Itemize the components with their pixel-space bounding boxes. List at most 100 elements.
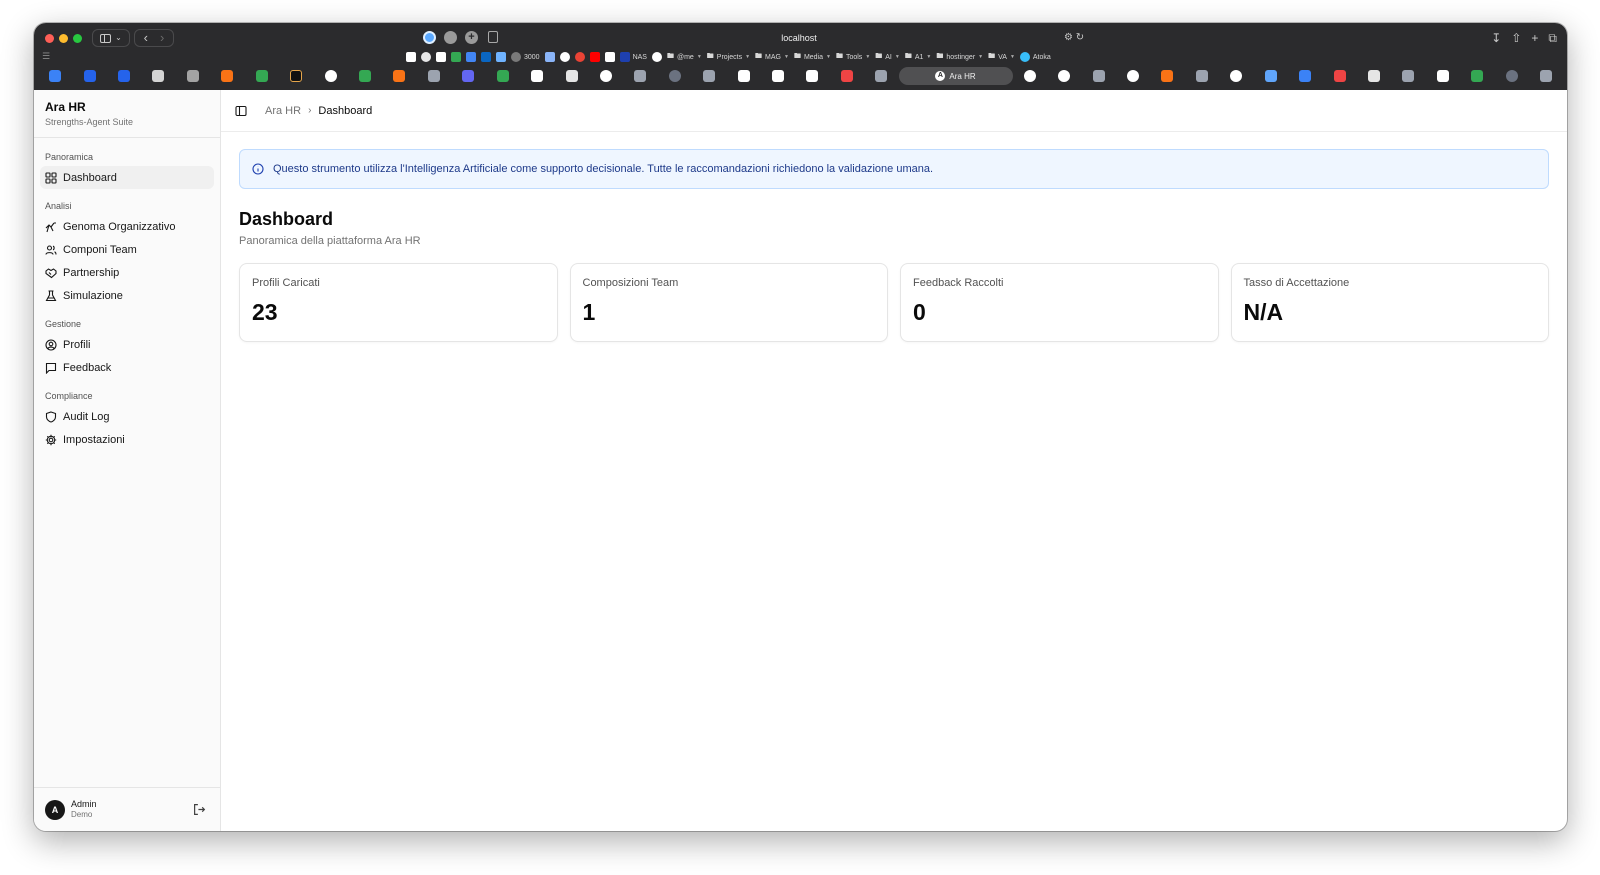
- new-tab-icon[interactable]: +: [1531, 28, 1538, 48]
- bookmark-atoka[interactable]: Atoka: [1019, 51, 1051, 63]
- bookmark-folder-tools[interactable]: 🖿 Tools ▼: [836, 51, 870, 63]
- browser-tab[interactable]: [279, 67, 313, 85]
- browser-tab[interactable]: [1219, 67, 1253, 85]
- browser-tab[interactable]: [1047, 67, 1081, 85]
- browser-tab[interactable]: [1391, 67, 1425, 85]
- sidebar-item-feedback[interactable]: Feedback: [40, 356, 214, 379]
- browser-tab[interactable]: [141, 67, 175, 85]
- sidebar-toggle-icon[interactable]: [235, 105, 247, 117]
- bookmark-folder-va[interactable]: 🖿 VA ▼: [988, 51, 1015, 63]
- bookmark-folder-hostinger[interactable]: 🖿 hostinger ▼: [936, 51, 983, 63]
- bookmark-folder-mag[interactable]: 🖿 MAG ▼: [755, 51, 789, 63]
- back-button[interactable]: ‹: [144, 29, 148, 47]
- browser-tab[interactable]: [1081, 67, 1115, 85]
- bookmark-icon[interactable]: [406, 51, 416, 63]
- browser-tab[interactable]: [417, 67, 451, 85]
- sidebar-item-dashboard[interactable]: Dashboard: [40, 166, 214, 189]
- bookmark-icon[interactable]: [574, 51, 585, 63]
- browser-tab[interactable]: [1288, 67, 1322, 85]
- address-bar[interactable]: localhost: [504, 28, 1094, 48]
- sidebar-item-audit-log[interactable]: Audit Log: [40, 405, 214, 428]
- browser-tab[interactable]: [1426, 67, 1460, 85]
- zoom-window-button[interactable]: [73, 34, 82, 43]
- browser-tab[interactable]: [864, 67, 898, 85]
- browser-tab[interactable]: [589, 67, 623, 85]
- browser-tab[interactable]: [72, 67, 106, 85]
- translate-reload-icons[interactable]: ⚙ ↻: [1064, 28, 1084, 48]
- forward-button[interactable]: ›: [160, 29, 164, 47]
- chevron-right-icon: ›: [308, 105, 312, 116]
- logout-icon[interactable]: [193, 803, 206, 816]
- folder-icon: 🖿: [988, 52, 996, 60]
- downloads-icon[interactable]: ↧: [1491, 28, 1501, 48]
- browser-tab[interactable]: [1529, 67, 1563, 85]
- browser-tab[interactable]: [38, 67, 72, 85]
- bookmark-icon[interactable]: [496, 51, 506, 63]
- browser-tab[interactable]: [830, 67, 864, 85]
- avatar[interactable]: A: [45, 799, 65, 820]
- sidebar-item-profili[interactable]: Profili: [40, 333, 214, 356]
- browser-sidebar-button[interactable]: ⌄: [92, 29, 130, 47]
- page-menu-icon[interactable]: [488, 31, 498, 43]
- browser-tab[interactable]: [210, 67, 244, 85]
- bookmark-icon[interactable]: [544, 51, 555, 63]
- sidebar-item-partnership[interactable]: Partnership: [40, 261, 214, 284]
- browser-tab[interactable]: [1185, 67, 1219, 85]
- browser-tab[interactable]: [348, 67, 382, 85]
- browser-tab[interactable]: [382, 67, 416, 85]
- minimize-window-button[interactable]: [59, 34, 68, 43]
- browser-tab[interactable]: [1460, 67, 1494, 85]
- bookmark-icon[interactable]: [589, 51, 600, 63]
- browser-tab[interactable]: [795, 67, 829, 85]
- add-extension-icon[interactable]: +: [465, 31, 478, 44]
- bookmark-icon[interactable]: [651, 51, 662, 63]
- bookmark-icon[interactable]: [559, 51, 570, 63]
- browser-tab[interactable]: [554, 67, 588, 85]
- bookmark-icon[interactable]: [436, 51, 446, 63]
- browser-tab[interactable]: [245, 67, 279, 85]
- share-icon[interactable]: ⇧: [1511, 28, 1521, 48]
- browser-tab[interactable]: [1116, 67, 1150, 85]
- bookmark-folder-ai[interactable]: 🖿 AI ▼: [875, 51, 900, 63]
- browser-tab[interactable]: [726, 67, 760, 85]
- bookmark-folder-media[interactable]: 🖿 Media ▼: [794, 51, 831, 63]
- bookmark-icon[interactable]: [466, 51, 476, 63]
- breadcrumb-root[interactable]: Ara HR: [265, 105, 301, 117]
- browser-tab[interactable]: [1150, 67, 1184, 85]
- browser-tab[interactable]: [485, 67, 519, 85]
- bookmark-icon[interactable]: [451, 51, 461, 63]
- browser-tab[interactable]: [107, 67, 141, 85]
- browser-tab[interactable]: [658, 67, 692, 85]
- bookmark-folder-me[interactable]: 🖿 @me ▼: [667, 51, 702, 63]
- sidebar-item-simulazione[interactable]: Simulazione: [40, 284, 214, 307]
- bookmark-icon[interactable]: [481, 51, 491, 63]
- app-subtitle: Strengths-Agent Suite: [45, 117, 134, 127]
- browser-tab[interactable]: [692, 67, 726, 85]
- sidebar-item-genoma-organizzativo[interactable]: Genoma Organizzativo: [40, 215, 214, 238]
- close-window-button[interactable]: [45, 34, 54, 43]
- sidebar-item-impostazioni[interactable]: Impostazioni: [40, 428, 214, 451]
- bookmark-icon[interactable]: [421, 51, 431, 63]
- bookmark-nas[interactable]: NAS: [619, 51, 647, 63]
- browser-tab[interactable]: [761, 67, 795, 85]
- browser-tab[interactable]: [313, 67, 347, 85]
- browser-tab[interactable]: [1322, 67, 1356, 85]
- extension-icon[interactable]: [444, 31, 457, 44]
- browser-tab[interactable]: [1254, 67, 1288, 85]
- password-extension-icon[interactable]: [423, 31, 436, 44]
- browser-tab[interactable]: [176, 67, 210, 85]
- bookmark-folder-a1[interactable]: 🖿 A1 ▼: [905, 51, 932, 63]
- sidebar-item-componi-team[interactable]: Componi Team: [40, 238, 214, 261]
- browser-tab[interactable]: [1013, 67, 1047, 85]
- browser-tab[interactable]: [1357, 67, 1391, 85]
- browser-tab[interactable]: [1494, 67, 1528, 85]
- browser-tab[interactable]: [451, 67, 485, 85]
- menu-icon[interactable]: ☰: [42, 51, 50, 62]
- tab-overview-icon[interactable]: ⧉: [1548, 28, 1557, 48]
- browser-tab[interactable]: [520, 67, 554, 85]
- bookmark-folder-projects[interactable]: 🖿 Projects ▼: [707, 51, 750, 63]
- bookmark-3000[interactable]: 3000: [511, 51, 540, 63]
- browser-tab[interactable]: [623, 67, 657, 85]
- bookmark-icon[interactable]: [604, 51, 615, 63]
- browser-tab-active[interactable]: A Ara HR: [898, 67, 1013, 85]
